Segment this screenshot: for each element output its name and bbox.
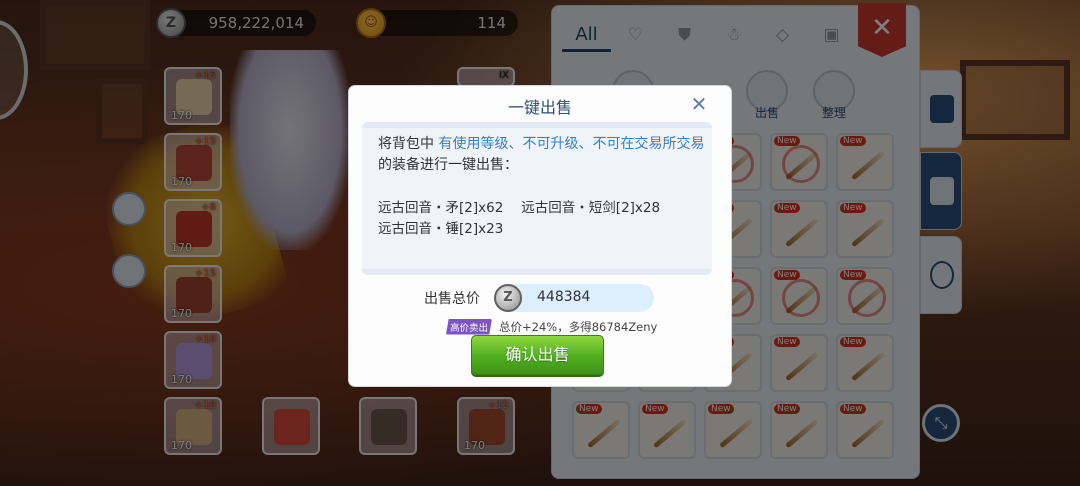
zeny-coin-icon: Z (494, 284, 522, 312)
confirm-sell-button[interactable]: 确认出售 (471, 335, 604, 375)
sell-description: 将背包中 有使用等级、不可升级、不可在交易所交易 的装备进行一键出售： (378, 134, 708, 176)
dialog-content-box: 将背包中 有使用等级、不可升级、不可在交易所交易 的装备进行一键出售： 远古回音… (362, 122, 712, 275)
desc-prefix: 将背包中 (378, 136, 439, 152)
desc-suffix: 的装备进行一键出售： (378, 157, 518, 173)
total-price-row: 出售总价 Z 448384 (424, 284, 680, 312)
high-price-badge: 高价卖出 (446, 318, 493, 335)
close-icon[interactable]: ✕ (689, 94, 709, 114)
dialog-title: 一键出售 (507, 98, 572, 117)
quick-sell-dialog: 一键出售 ✕ 将背包中 有使用等级、不可升级、不可在交易所交易 的装备进行一键出… (349, 86, 731, 386)
bonus-row: 高价卖出 总价+24%，多得86784Zeny (446, 316, 658, 335)
bonus-text: 总价+24%，多得86784Zeny (499, 319, 658, 334)
list-item: 远古回音・短剑[2]x28 (521, 200, 661, 216)
sell-item-list: 远古回音・矛[2]x62 远古回音・短剑[2]x28 远古回音・锤[2]x23 (378, 198, 708, 240)
desc-highlight: 有使用等级、不可升级、不可在交易所交易 (438, 136, 705, 152)
list-item: 远古回音・锤[2]x23 (378, 221, 504, 237)
total-price-field: Z 448384 (494, 284, 654, 312)
total-price-value: 448384 (537, 289, 591, 305)
list-item: 远古回音・矛[2]x62 (378, 200, 504, 216)
total-price-label: 出售总价 (424, 291, 480, 307)
